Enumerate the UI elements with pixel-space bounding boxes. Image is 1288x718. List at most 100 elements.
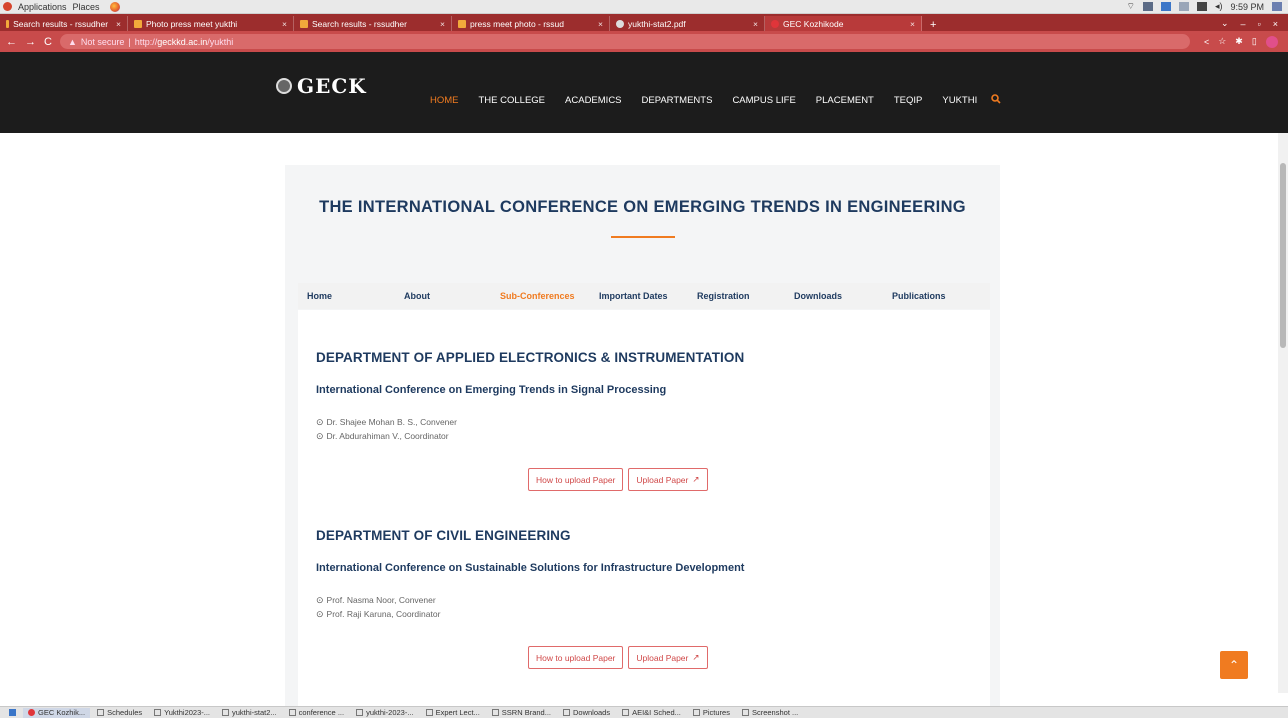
nav-home[interactable]: HOME — [420, 95, 469, 106]
taskbar-item[interactable]: Yukthi2023-... — [149, 708, 215, 718]
tab-downloads[interactable]: Downloads — [785, 291, 883, 301]
tab-list-chevron-icon[interactable]: ⌄ — [1221, 18, 1229, 29]
contact-list: ⊙ Dr. Shajee Mohan B. S., Convener ⊙ Dr. A… — [316, 415, 976, 443]
tab-important-dates[interactable]: Important Dates — [590, 291, 688, 301]
upload-paper-button[interactable]: Upload Paper ↗ — [628, 468, 708, 491]
folder-icon — [154, 709, 162, 716]
tray-app-icon[interactable] — [1142, 2, 1153, 11]
places-menu[interactable]: Places — [73, 2, 100, 12]
tab-favicon-icon — [134, 19, 142, 28]
list-item: ⊙ Dr. Shajee Mohan B. S., Convener — [316, 415, 976, 429]
reload-icon[interactable]: C — [44, 36, 52, 48]
taskbar-item[interactable]: SSRN Brand... — [487, 708, 556, 718]
browser-tab-active[interactable]: GEC Kozhikode × — [765, 16, 922, 31]
tab-title: press meet photo - rssud — [470, 18, 565, 29]
taskbar-item[interactable]: Pictures — [688, 708, 735, 718]
profile-avatar[interactable] — [1265, 35, 1278, 48]
department-section: DEPARTMENT OF CIVIL ENGINEERING Internat… — [316, 528, 976, 621]
window-close-icon[interactable]: × — [1273, 19, 1278, 29]
taskbar-label: conference ... — [298, 708, 345, 717]
contact-person: Prof. Raji Karuna, Coordinator — [326, 609, 441, 619]
tab-close-icon[interactable]: × — [906, 19, 915, 29]
security-label[interactable]: Not secure — [81, 37, 125, 47]
restore-icon[interactable]: ▫ — [1258, 19, 1261, 29]
applications-menu[interactable]: Applications — [18, 2, 67, 12]
tab-close-icon[interactable]: × — [278, 19, 287, 29]
taskbar-item[interactable]: Downloads — [558, 708, 615, 718]
address-bar[interactable]: ▲ Not secure | http://geckkd.ac.in/yukth… — [59, 34, 1190, 49]
search-icon[interactable] — [987, 94, 1001, 107]
minimize-icon[interactable]: – — [1241, 19, 1246, 29]
tab-about[interactable]: About — [395, 291, 491, 301]
scrollbar-thumb[interactable] — [1280, 163, 1286, 348]
nav-teqip[interactable]: TEQIP — [884, 95, 933, 106]
how-to-upload-button[interactable]: How to upload Paper — [528, 468, 624, 491]
volume-icon[interactable]: ◂) — [1215, 1, 1223, 12]
page-scrollbar[interactable] — [1278, 133, 1288, 693]
forward-arrow-icon[interactable]: → — [25, 36, 36, 48]
folder-icon — [425, 709, 433, 716]
how-to-upload-button[interactable]: How to upload Paper — [528, 646, 624, 669]
taskbar-item[interactable]: Expert Lect... — [421, 708, 485, 718]
nav-placement[interactable]: PLACEMENT — [806, 95, 884, 106]
folder-icon — [97, 709, 105, 716]
clock[interactable]: 9:59 PM — [1230, 2, 1264, 12]
taskbar-item[interactable]: AEI&I Sched... — [617, 708, 686, 718]
tab-close-icon[interactable]: × — [436, 19, 445, 29]
tab-publications[interactable]: Publications — [883, 291, 979, 301]
extensions-icon[interactable]: ✱ — [1235, 36, 1243, 47]
taskbar-item[interactable]: GEC Kozhik... — [23, 707, 91, 718]
browser-tab[interactable]: Search results - rssudher × — [0, 16, 128, 31]
scroll-to-top-button[interactable]: ⌃ — [1220, 651, 1248, 679]
taskbar-item[interactable]: yukthi-2023-... — [351, 708, 419, 718]
browser-tab[interactable]: Search results - rssudher × — [294, 16, 452, 31]
nav-departments[interactable]: DEPARTMENTS — [632, 95, 723, 106]
share-icon[interactable]: < — [1204, 37, 1209, 47]
taskbar-item[interactable]: Schedules — [92, 708, 147, 718]
bookmark-star-icon[interactable]: ☆ — [1218, 36, 1226, 47]
upload-buttons: How to upload Paper Upload Paper ↗ — [528, 646, 708, 669]
chevron-up-icon: ⌃ — [1228, 658, 1240, 672]
browser-tab[interactable]: press meet photo - rssud × — [452, 16, 610, 31]
browser-tab[interactable]: yukthi-stat2.pdf × — [610, 16, 765, 31]
tab-sub-conferences[interactable]: Sub-Conferences — [491, 291, 590, 301]
battery-icon[interactable] — [1196, 2, 1207, 11]
show-desktop-icon[interactable] — [4, 708, 21, 718]
tab-title: Search results - rssudher — [13, 18, 109, 29]
tab-close-icon[interactable]: × — [594, 19, 603, 29]
tab-close-icon[interactable]: × — [112, 19, 121, 29]
nav-campus-life[interactable]: CAMPUS LIFE — [722, 95, 805, 106]
tab-registration[interactable]: Registration — [688, 291, 785, 301]
wifi-icon[interactable]: ⌔ — [1126, 1, 1134, 12]
not-secure-warning-icon[interactable]: ▲ — [68, 37, 77, 47]
upload-buttons: How to upload Paper Upload Paper ↗ — [528, 468, 708, 491]
conference-subtabs: Home About Sub-Conferences Important Dat… — [298, 283, 990, 309]
browser-toolbar: ← → C ▲ Not secure | http://geckkd.ac.in… — [0, 31, 1288, 52]
tab-home[interactable]: Home — [298, 291, 395, 301]
taskbar-item[interactable]: yukthi-stat2... — [217, 708, 282, 718]
firefox-launcher-icon[interactable] — [109, 1, 120, 12]
tab-favicon-icon — [771, 19, 779, 28]
nav-academics[interactable]: ACADEMICS — [555, 95, 631, 106]
taskbar-label: Screenshot ... — [751, 708, 799, 717]
tab-title: yukthi-stat2.pdf — [628, 18, 686, 29]
user-menu-icon[interactable] — [1272, 2, 1282, 11]
side-panel-icon[interactable]: ▯ — [1252, 36, 1257, 47]
sub-conferences-panel: DEPARTMENT OF APPLIED ELECTRONICS & INST… — [298, 310, 990, 710]
tray-notes-icon[interactable] — [1160, 2, 1171, 11]
back-arrow-icon[interactable]: ← — [6, 36, 17, 48]
browser-tab[interactable]: Photo press meet yukthi × — [128, 16, 294, 31]
tab-close-icon[interactable]: × — [749, 19, 758, 29]
taskbar-item[interactable]: Screenshot ... — [737, 708, 803, 718]
tray-window-icon[interactable] — [1178, 2, 1189, 11]
title-underline — [611, 236, 675, 238]
nav-the-college[interactable]: THE COLLEGE — [469, 95, 556, 106]
upload-paper-button[interactable]: Upload Paper ↗ — [628, 646, 708, 669]
nav-yukthi[interactable]: YUKTHI — [932, 95, 987, 106]
taskbar-item[interactable]: conference ... — [284, 708, 349, 718]
applications-menu-icon[interactable] — [3, 2, 12, 11]
site-header: GECK HOME THE COLLEGE ACADEMICS DEPARTME… — [0, 52, 1288, 133]
new-tab-button[interactable]: + — [922, 19, 944, 31]
url-prefix: http:// — [134, 36, 158, 47]
site-logo[interactable]: GECK — [276, 74, 367, 98]
